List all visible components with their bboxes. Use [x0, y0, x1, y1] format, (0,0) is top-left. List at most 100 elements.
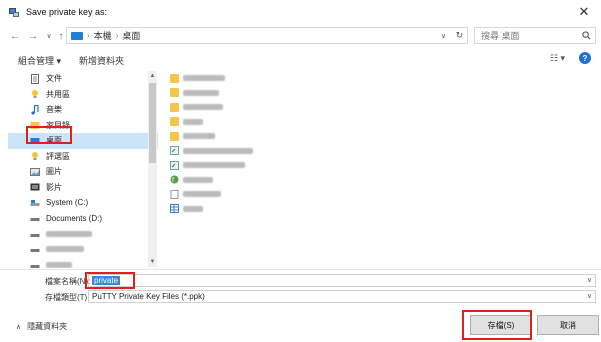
folder-icon: [170, 117, 179, 127]
new-folder-button[interactable]: 新增資料夾: [79, 54, 124, 67]
music-icon: [30, 103, 40, 115]
program-icon: f: [170, 175, 179, 184]
hide-folders-toggle[interactable]: ∧ 隱藏資料夾: [16, 321, 67, 332]
nav-item-pictures[interactable]: 圖片: [8, 164, 158, 180]
list-item[interactable]: [170, 115, 590, 130]
nav-item-label: 文件: [46, 74, 62, 84]
nav-item-system-c[interactable]: System (C:): [8, 195, 158, 211]
drive-icon: [30, 229, 40, 239]
nav-item-drive[interactable]: [8, 257, 158, 268]
search-input[interactable]: 搜尋 桌面: [474, 27, 596, 44]
command-bar: 組合管理 ▾ 新增資料夾 ☷ ▾ ?: [0, 49, 601, 71]
filetype-select[interactable]: PuTTY Private Key Files (*.ppk) ∨: [88, 290, 596, 303]
shortcut-icon: [170, 146, 179, 156]
drive-icon: [30, 260, 40, 268]
redacted-filename: [183, 75, 225, 82]
redacted-filename: [183, 205, 203, 212]
back-arrow-icon[interactable]: ←: [8, 28, 22, 44]
redacted-filename: [183, 176, 213, 183]
nav-item-videos[interactable]: 影片: [8, 180, 158, 196]
chevron-right-icon: ›: [115, 31, 119, 40]
address-row: ← → ∨ ↑ › 本機 › 桌面 ∨ ↻ 搜尋 桌面: [0, 24, 601, 48]
folder-icon: [170, 88, 179, 98]
list-item[interactable]: [170, 71, 590, 86]
file-icon: [170, 189, 179, 199]
address-bar[interactable]: › 本機 › 桌面: [66, 27, 468, 44]
redacted-filename: [183, 118, 203, 125]
nav-item-label: 圖片: [46, 167, 62, 177]
list-item[interactable]: [170, 202, 590, 217]
folder-icon: [170, 131, 179, 141]
breadcrumb-desktop[interactable]: 桌面: [122, 29, 140, 42]
redacted-label: [46, 261, 72, 268]
redacted-filename: [183, 133, 215, 140]
nav-item-drive[interactable]: [8, 242, 158, 258]
drive-icon: [30, 198, 40, 208]
chevron-right-icon: ›: [87, 31, 90, 40]
highlight-desktop: [26, 126, 72, 144]
nav-item-label: 音樂: [46, 105, 62, 115]
help-icon[interactable]: ?: [579, 52, 591, 64]
redacted-filename: [183, 104, 223, 111]
refresh-icon[interactable]: ↻: [456, 30, 464, 41]
redacted-filename: [183, 147, 253, 154]
scrollbar-thumb[interactable]: [149, 83, 156, 163]
chevron-down-icon[interactable]: ∨: [441, 32, 446, 40]
chevron-up-icon: ∧: [16, 323, 22, 331]
nav-scrollbar[interactable]: ▲ ▼: [148, 71, 157, 267]
nav-item-label: 評選區: [46, 151, 70, 161]
organize-button[interactable]: 組合管理 ▾: [18, 54, 61, 67]
redacted-filename: [183, 191, 221, 198]
lightbulb-icon: [30, 89, 40, 99]
list-item[interactable]: [170, 86, 590, 101]
desktop-folder-icon: [71, 31, 83, 40]
chevron-down-icon[interactable]: ∨: [587, 276, 592, 284]
list-item[interactable]: [170, 158, 590, 173]
scroll-up-icon[interactable]: ▲: [148, 71, 157, 81]
drive-icon: [30, 244, 40, 254]
search-icon: [582, 31, 591, 40]
title-bar: Save private key as: ✕: [0, 0, 601, 24]
address-actions: ∨ ↻: [436, 27, 468, 44]
list-item[interactable]: f: [170, 173, 590, 188]
highlight-save: [462, 310, 532, 340]
list-item[interactable]: [170, 129, 590, 144]
folder-icon: [170, 73, 179, 83]
nav-item-shared[interactable]: 共用區: [8, 87, 158, 103]
list-item[interactable]: [170, 144, 590, 159]
video-icon: [30, 182, 40, 192]
breadcrumb-this-pc[interactable]: 本機: [94, 29, 112, 42]
lightbulb-icon: [30, 151, 40, 161]
nav-item-label: System (C:): [46, 198, 89, 208]
drive-icon: [30, 213, 40, 223]
list-item[interactable]: [170, 187, 590, 202]
view-options-button[interactable]: ☷ ▾: [550, 53, 565, 64]
nav-item-label: Documents (D:): [46, 213, 103, 223]
close-button[interactable]: ✕: [575, 3, 593, 21]
view-controls: ☷ ▾ ?: [550, 52, 591, 64]
file-list: f: [170, 71, 590, 266]
filetype-value: PuTTY Private Key Files (*.ppk): [92, 292, 205, 301]
nav-item-documents-d[interactable]: Documents (D:): [8, 211, 158, 227]
nav-item-label: 共用區: [46, 89, 70, 99]
window-title: Save private key as:: [26, 7, 108, 17]
list-item[interactable]: [170, 100, 590, 115]
folder-icon: [170, 102, 179, 112]
highlight-filename: [85, 272, 135, 289]
putty-icon: [8, 6, 20, 18]
nav-item-drive[interactable]: [8, 226, 158, 242]
search-placeholder: 搜尋 桌面: [481, 31, 520, 41]
nav-item-documents[interactable]: 文件: [8, 71, 158, 87]
redacted-label: [46, 230, 92, 237]
hide-folders-label: 隱藏資料夾: [27, 322, 68, 331]
cancel-button[interactable]: 取消: [537, 315, 599, 335]
nav-item-music[interactable]: 音樂: [8, 102, 158, 118]
forward-arrow-icon[interactable]: →: [26, 28, 40, 44]
scroll-down-icon[interactable]: ▼: [148, 257, 157, 267]
filename-input[interactable]: private ∨: [88, 274, 596, 287]
spreadsheet-icon: [170, 204, 179, 214]
redacted-filename: [183, 162, 245, 169]
redacted-label: [46, 246, 84, 253]
nav-item-review[interactable]: 評選區: [8, 149, 158, 165]
chevron-down-icon[interactable]: ∨: [587, 292, 592, 300]
